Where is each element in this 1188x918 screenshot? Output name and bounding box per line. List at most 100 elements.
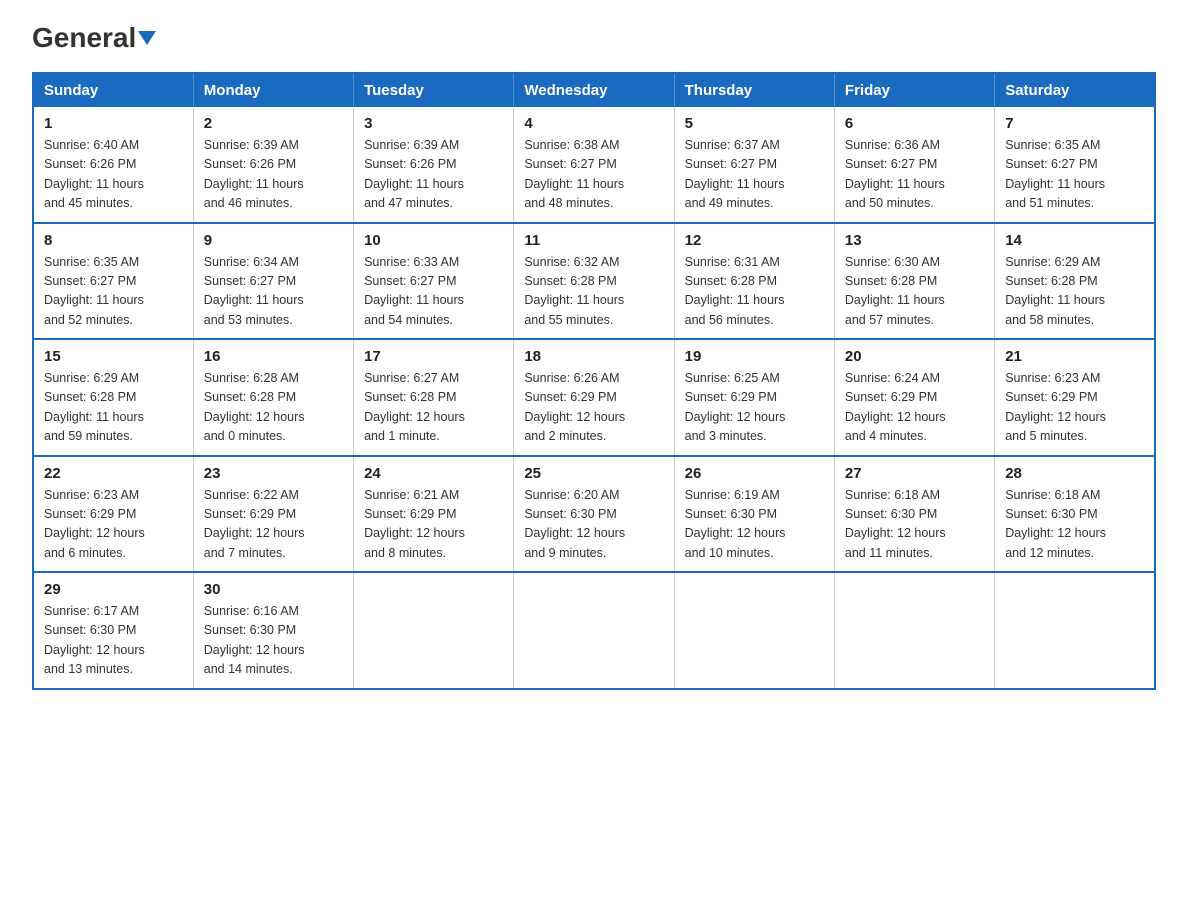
calendar-cell: 20 Sunrise: 6:24 AM Sunset: 6:29 PM Dayl…	[834, 339, 994, 456]
day-info: Sunrise: 6:35 AM Sunset: 6:27 PM Dayligh…	[44, 253, 183, 331]
day-info: Sunrise: 6:22 AM Sunset: 6:29 PM Dayligh…	[204, 486, 343, 564]
header-saturday: Saturday	[995, 73, 1155, 107]
calendar-header: SundayMondayTuesdayWednesdayThursdayFrid…	[33, 73, 1155, 107]
logo-triangle-icon	[138, 31, 156, 45]
calendar-cell	[674, 572, 834, 689]
calendar-cell: 17 Sunrise: 6:27 AM Sunset: 6:28 PM Dayl…	[354, 339, 514, 456]
day-number: 1	[44, 115, 183, 132]
calendar-cell: 3 Sunrise: 6:39 AM Sunset: 6:26 PM Dayli…	[354, 107, 514, 223]
calendar-cell: 9 Sunrise: 6:34 AM Sunset: 6:27 PM Dayli…	[193, 223, 353, 340]
day-info: Sunrise: 6:39 AM Sunset: 6:26 PM Dayligh…	[364, 136, 503, 214]
calendar-cell	[514, 572, 674, 689]
day-number: 13	[845, 232, 984, 249]
calendar-cell: 23 Sunrise: 6:22 AM Sunset: 6:29 PM Dayl…	[193, 456, 353, 573]
day-number: 20	[845, 348, 984, 365]
day-info: Sunrise: 6:36 AM Sunset: 6:27 PM Dayligh…	[845, 136, 984, 214]
day-info: Sunrise: 6:18 AM Sunset: 6:30 PM Dayligh…	[845, 486, 984, 564]
header-monday: Monday	[193, 73, 353, 107]
day-number: 7	[1005, 115, 1144, 132]
calendar-week-2: 8 Sunrise: 6:35 AM Sunset: 6:27 PM Dayli…	[33, 223, 1155, 340]
day-number: 27	[845, 465, 984, 482]
calendar-cell	[834, 572, 994, 689]
day-info: Sunrise: 6:32 AM Sunset: 6:28 PM Dayligh…	[524, 253, 663, 331]
day-info: Sunrise: 6:34 AM Sunset: 6:27 PM Dayligh…	[204, 253, 343, 331]
calendar-cell: 16 Sunrise: 6:28 AM Sunset: 6:28 PM Dayl…	[193, 339, 353, 456]
header-friday: Friday	[834, 73, 994, 107]
day-number: 24	[364, 465, 503, 482]
header-thursday: Thursday	[674, 73, 834, 107]
day-number: 19	[685, 348, 824, 365]
calendar-week-5: 29 Sunrise: 6:17 AM Sunset: 6:30 PM Dayl…	[33, 572, 1155, 689]
calendar-cell: 8 Sunrise: 6:35 AM Sunset: 6:27 PM Dayli…	[33, 223, 193, 340]
calendar-cell: 15 Sunrise: 6:29 AM Sunset: 6:28 PM Dayl…	[33, 339, 193, 456]
day-number: 30	[204, 581, 343, 598]
day-info: Sunrise: 6:38 AM Sunset: 6:27 PM Dayligh…	[524, 136, 663, 214]
day-info: Sunrise: 6:28 AM Sunset: 6:28 PM Dayligh…	[204, 369, 343, 447]
day-number: 4	[524, 115, 663, 132]
day-number: 28	[1005, 465, 1144, 482]
day-number: 18	[524, 348, 663, 365]
day-info: Sunrise: 6:18 AM Sunset: 6:30 PM Dayligh…	[1005, 486, 1144, 564]
calendar-cell: 24 Sunrise: 6:21 AM Sunset: 6:29 PM Dayl…	[354, 456, 514, 573]
day-number: 8	[44, 232, 183, 249]
day-info: Sunrise: 6:27 AM Sunset: 6:28 PM Dayligh…	[364, 369, 503, 447]
day-info: Sunrise: 6:21 AM Sunset: 6:29 PM Dayligh…	[364, 486, 503, 564]
day-info: Sunrise: 6:25 AM Sunset: 6:29 PM Dayligh…	[685, 369, 824, 447]
day-info: Sunrise: 6:35 AM Sunset: 6:27 PM Dayligh…	[1005, 136, 1144, 214]
day-info: Sunrise: 6:30 AM Sunset: 6:28 PM Dayligh…	[845, 253, 984, 331]
day-number: 5	[685, 115, 824, 132]
calendar-cell: 28 Sunrise: 6:18 AM Sunset: 6:30 PM Dayl…	[995, 456, 1155, 573]
day-info: Sunrise: 6:20 AM Sunset: 6:30 PM Dayligh…	[524, 486, 663, 564]
calendar-cell: 1 Sunrise: 6:40 AM Sunset: 6:26 PM Dayli…	[33, 107, 193, 223]
day-info: Sunrise: 6:23 AM Sunset: 6:29 PM Dayligh…	[1005, 369, 1144, 447]
calendar-cell: 10 Sunrise: 6:33 AM Sunset: 6:27 PM Dayl…	[354, 223, 514, 340]
day-number: 17	[364, 348, 503, 365]
calendar-cell: 18 Sunrise: 6:26 AM Sunset: 6:29 PM Dayl…	[514, 339, 674, 456]
calendar-cell: 26 Sunrise: 6:19 AM Sunset: 6:30 PM Dayl…	[674, 456, 834, 573]
day-number: 6	[845, 115, 984, 132]
calendar-header-row: SundayMondayTuesdayWednesdayThursdayFrid…	[33, 73, 1155, 107]
calendar-cell: 5 Sunrise: 6:37 AM Sunset: 6:27 PM Dayli…	[674, 107, 834, 223]
day-info: Sunrise: 6:24 AM Sunset: 6:29 PM Dayligh…	[845, 369, 984, 447]
calendar-cell: 12 Sunrise: 6:31 AM Sunset: 6:28 PM Dayl…	[674, 223, 834, 340]
day-number: 2	[204, 115, 343, 132]
day-number: 9	[204, 232, 343, 249]
calendar-week-4: 22 Sunrise: 6:23 AM Sunset: 6:29 PM Dayl…	[33, 456, 1155, 573]
calendar-cell: 6 Sunrise: 6:36 AM Sunset: 6:27 PM Dayli…	[834, 107, 994, 223]
header-wednesday: Wednesday	[514, 73, 674, 107]
calendar-cell: 4 Sunrise: 6:38 AM Sunset: 6:27 PM Dayli…	[514, 107, 674, 223]
calendar-cell: 7 Sunrise: 6:35 AM Sunset: 6:27 PM Dayli…	[995, 107, 1155, 223]
calendar-cell: 27 Sunrise: 6:18 AM Sunset: 6:30 PM Dayl…	[834, 456, 994, 573]
calendar-week-3: 15 Sunrise: 6:29 AM Sunset: 6:28 PM Dayl…	[33, 339, 1155, 456]
logo: General	[32, 24, 156, 54]
calendar-cell: 29 Sunrise: 6:17 AM Sunset: 6:30 PM Dayl…	[33, 572, 193, 689]
day-number: 21	[1005, 348, 1144, 365]
calendar-cell: 25 Sunrise: 6:20 AM Sunset: 6:30 PM Dayl…	[514, 456, 674, 573]
day-number: 3	[364, 115, 503, 132]
calendar-cell	[354, 572, 514, 689]
day-number: 23	[204, 465, 343, 482]
calendar-cell: 22 Sunrise: 6:23 AM Sunset: 6:29 PM Dayl…	[33, 456, 193, 573]
page-header: General	[32, 24, 1156, 54]
calendar-cell: 14 Sunrise: 6:29 AM Sunset: 6:28 PM Dayl…	[995, 223, 1155, 340]
day-number: 14	[1005, 232, 1144, 249]
calendar-cell	[995, 572, 1155, 689]
day-info: Sunrise: 6:31 AM Sunset: 6:28 PM Dayligh…	[685, 253, 824, 331]
day-number: 25	[524, 465, 663, 482]
day-number: 29	[44, 581, 183, 598]
calendar-cell: 21 Sunrise: 6:23 AM Sunset: 6:29 PM Dayl…	[995, 339, 1155, 456]
header-sunday: Sunday	[33, 73, 193, 107]
calendar-body: 1 Sunrise: 6:40 AM Sunset: 6:26 PM Dayli…	[33, 107, 1155, 689]
day-info: Sunrise: 6:17 AM Sunset: 6:30 PM Dayligh…	[44, 602, 183, 680]
calendar-table: SundayMondayTuesdayWednesdayThursdayFrid…	[32, 72, 1156, 690]
calendar-cell: 30 Sunrise: 6:16 AM Sunset: 6:30 PM Dayl…	[193, 572, 353, 689]
day-number: 12	[685, 232, 824, 249]
day-info: Sunrise: 6:37 AM Sunset: 6:27 PM Dayligh…	[685, 136, 824, 214]
day-info: Sunrise: 6:29 AM Sunset: 6:28 PM Dayligh…	[44, 369, 183, 447]
calendar-cell: 13 Sunrise: 6:30 AM Sunset: 6:28 PM Dayl…	[834, 223, 994, 340]
logo-general: General	[32, 24, 156, 52]
day-info: Sunrise: 6:40 AM Sunset: 6:26 PM Dayligh…	[44, 136, 183, 214]
day-number: 22	[44, 465, 183, 482]
day-info: Sunrise: 6:26 AM Sunset: 6:29 PM Dayligh…	[524, 369, 663, 447]
day-info: Sunrise: 6:23 AM Sunset: 6:29 PM Dayligh…	[44, 486, 183, 564]
